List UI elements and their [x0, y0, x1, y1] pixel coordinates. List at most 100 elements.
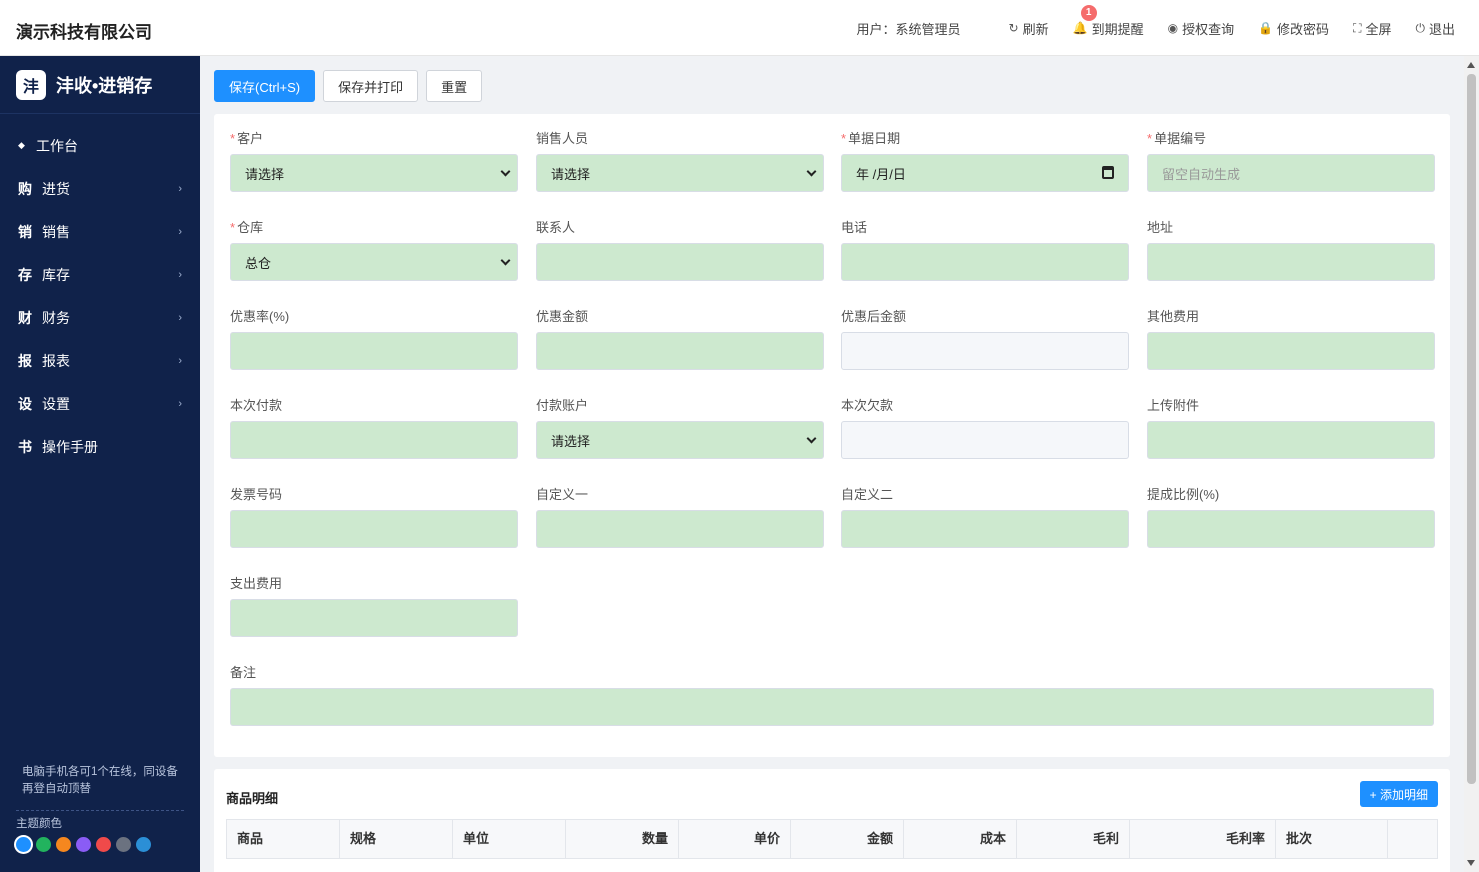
column-header: 商品 — [227, 820, 340, 858]
sidebar-item-purchase[interactable]: 购 进货 › — [0, 167, 200, 210]
sidebar-item-inventory[interactable]: 存 库存 › — [0, 253, 200, 296]
contact-field: 联系人 — [536, 220, 824, 281]
scroll-thumb[interactable] — [1467, 74, 1476, 784]
theme-swatch[interactable] — [96, 837, 111, 852]
brand: 沣 沣收•进销存 — [0, 56, 200, 114]
save-button[interactable]: 保存(Ctrl+S) — [214, 70, 316, 102]
theme-swatch[interactable] — [136, 837, 151, 852]
customer-field: * 客户 请选择 — [230, 131, 518, 192]
remark-field: 备注 — [230, 665, 1434, 726]
save-print-button[interactable]: 保存并打印 — [323, 70, 419, 102]
discount-rate-input[interactable] — [230, 332, 518, 370]
purchase-icon: 购 — [18, 180, 32, 197]
calendar-icon[interactable] — [1102, 166, 1114, 179]
warehouse-select[interactable]: 总仓 — [230, 243, 518, 281]
chevron-right-icon: › — [178, 354, 182, 367]
pay-account-field: 付款账户 请选择 — [536, 398, 824, 459]
chevron-right-icon: › — [178, 397, 182, 410]
custom2-field: 自定义二 — [841, 487, 1129, 548]
attachment-field: 上传附件 — [1147, 398, 1435, 459]
commission-field: 提成比例(%) — [1147, 487, 1435, 548]
column-header: 规格 — [340, 820, 453, 858]
commission-input[interactable] — [1147, 510, 1435, 548]
refresh-button[interactable]: ↻ 刷新 — [1009, 19, 1049, 38]
column-header: 单价 — [679, 820, 791, 858]
change-password-button[interactable]: 🔒 修改密码 — [1258, 19, 1329, 38]
contact-input[interactable] — [536, 243, 824, 281]
reminder-badge: 1 — [1080, 4, 1097, 21]
theme-swatch[interactable] — [116, 837, 131, 852]
add-detail-button[interactable]: + 添加明细 — [1359, 781, 1438, 807]
theme-label: 主题颜色 — [16, 818, 62, 830]
discount-amount-input[interactable] — [536, 332, 824, 370]
salesperson-select[interactable]: 请选择 — [536, 154, 824, 192]
theme-swatch[interactable] — [76, 837, 91, 852]
expense-input[interactable] — [230, 599, 518, 637]
theme-swatch[interactable] — [56, 837, 71, 852]
sidebar-item-settings[interactable]: 设 设置 › — [0, 382, 200, 425]
fullscreen-button[interactable]: ⛶ 全屏 — [1353, 19, 1391, 38]
logout-button[interactable]: ⏻ 退出 — [1415, 19, 1455, 38]
product-detail-card: 商品明细 + 添加明细 商品 规格 单位 数量 单价 金额 成本 毛利 毛利率 … — [214, 769, 1450, 872]
lock-icon: 🔒 — [1258, 21, 1274, 35]
debt-input — [841, 421, 1129, 459]
column-header: 毛利 — [1017, 820, 1130, 858]
sidebar-item-reports[interactable]: 报 报表 › — [0, 339, 200, 382]
phone-input[interactable] — [841, 243, 1129, 281]
sidebar-footer: 电脑手机各可1个在线，同设备 再登自动顶替 主题颜色 — [0, 764, 200, 852]
doc-date-input[interactable]: 年 /月/日 — [841, 154, 1129, 192]
theme-swatch[interactable] — [16, 837, 31, 852]
book-icon: 书 — [18, 438, 32, 455]
reset-button[interactable]: 重置 — [426, 70, 483, 102]
address-field: 地址 — [1147, 220, 1435, 281]
discount-amount-field: 优惠金额 — [536, 309, 824, 370]
bell-icon: 🔔 — [1072, 21, 1088, 35]
other-fees-field: 其他费用 — [1147, 309, 1435, 370]
doc-no-input[interactable]: 留空自动生成 — [1147, 154, 1435, 192]
sidebar: 沣 沣收•进销存 ◆ 工作台 购 进货 › 销 销售 › 存 库存 › 财 财务… — [0, 56, 200, 872]
sales-form: * 客户 请选择 销售人员 请选择 * 单据日期 年 /月/日 * 单据编号 留空自动… — [214, 114, 1450, 757]
sales-icon: 销 — [18, 223, 32, 240]
chevron-down-icon — [806, 433, 817, 444]
phone-field: 电话 — [841, 220, 1129, 281]
custom1-field: 自定义一 — [536, 487, 824, 548]
after-discount-field: 优惠后金额 — [841, 309, 1129, 370]
column-header: 批次 — [1276, 820, 1388, 858]
radio-icon: ◉ — [1167, 21, 1179, 35]
theme-swatch[interactable] — [36, 837, 51, 852]
sidebar-item-manual[interactable]: 书 操作手册 — [0, 425, 200, 468]
customer-select[interactable]: 请选择 — [230, 154, 518, 192]
sidebar-item-workbench[interactable]: ◆ 工作台 — [0, 124, 200, 167]
invoice-no-field: 发票号码 — [230, 487, 518, 548]
column-header: 单位 — [453, 820, 566, 858]
company-name: 演示科技有限公司 — [16, 23, 152, 42]
attachment-input[interactable] — [1147, 421, 1435, 459]
page-scrollbar[interactable] — [1464, 56, 1479, 872]
refresh-icon: ↻ — [1008, 21, 1019, 35]
address-input[interactable] — [1147, 243, 1435, 281]
custom2-input[interactable] — [841, 510, 1129, 548]
chevron-down-icon — [806, 166, 817, 177]
divider — [16, 810, 184, 811]
pay-account-select[interactable]: 请选择 — [536, 421, 824, 459]
column-header: 成本 — [904, 820, 1017, 858]
discount-rate-field: 优惠率(%) — [230, 309, 518, 370]
header-actions: 用户：系统管理员 ↻ 刷新 🔔 1 到期提醒 ◉ 授权查询 🔒 修改密码 ⛶ 全… — [857, 0, 1455, 56]
sidebar-item-sales[interactable]: 销 销售 › — [0, 210, 200, 253]
other-fees-input[interactable] — [1147, 332, 1435, 370]
chevron-down-icon — [500, 255, 511, 266]
sidebar-item-finance[interactable]: 财 财务 › — [0, 296, 200, 339]
scroll-up-icon[interactable] — [1467, 62, 1475, 68]
salesperson-field: 销售人员 请选择 — [536, 131, 824, 192]
license-query-button[interactable]: ◉ 授权查询 — [1168, 19, 1235, 38]
login-tip: 电脑手机各可1个在线，同设备 再登自动顶替 — [22, 766, 178, 795]
detail-table-header: 商品 规格 单位 数量 单价 金额 成本 毛利 毛利率 批次 — [226, 819, 1438, 859]
scroll-down-icon[interactable] — [1467, 860, 1475, 866]
remark-input[interactable] — [230, 688, 1434, 726]
detail-title: 商品明细 — [226, 791, 279, 806]
payment-input[interactable] — [230, 421, 518, 459]
power-icon: ⏻ — [1415, 20, 1425, 35]
custom1-input[interactable] — [536, 510, 824, 548]
invoice-no-input[interactable] — [230, 510, 518, 548]
reminder-button[interactable]: 🔔 1 到期提醒 — [1072, 4, 1144, 38]
